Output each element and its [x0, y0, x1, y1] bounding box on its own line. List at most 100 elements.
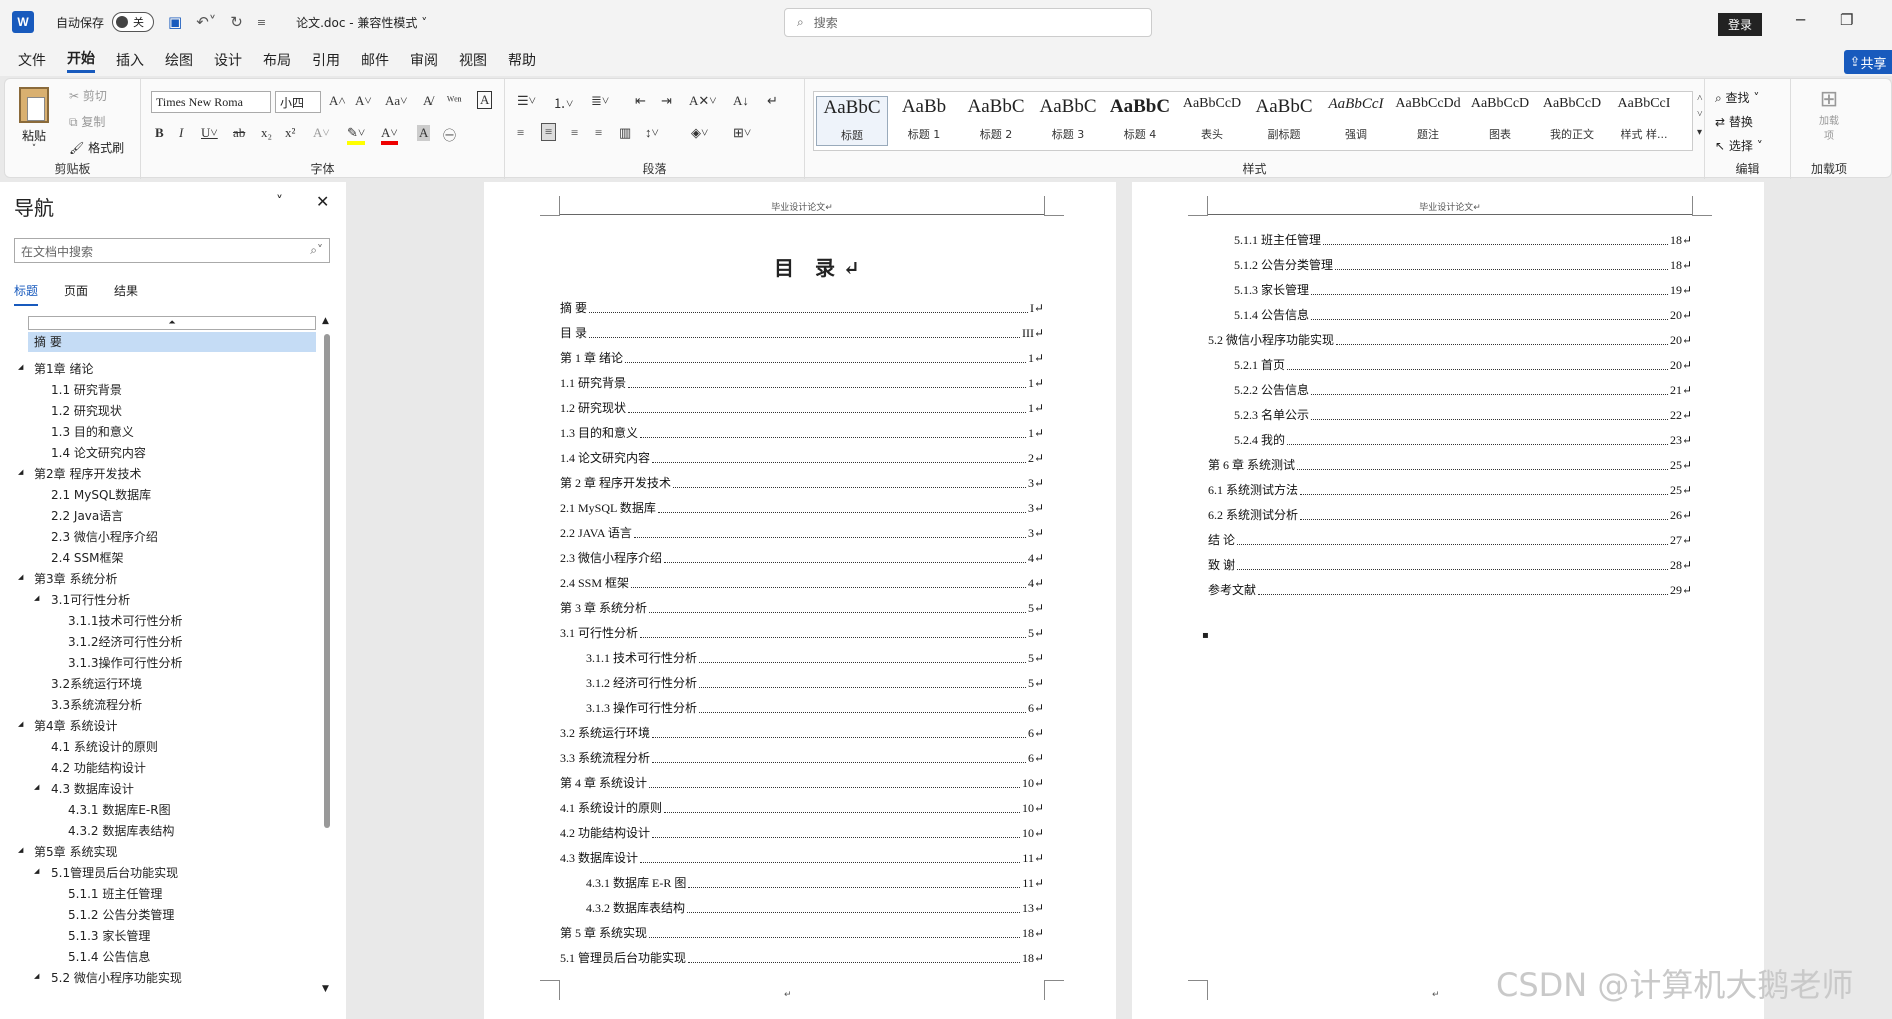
nav-heading-item[interactable]: 5.1.2 公告分类管理: [68, 906, 174, 923]
tab-7[interactable]: 邮件: [361, 50, 389, 70]
tab-9[interactable]: 视图: [459, 50, 487, 70]
search-box[interactable]: ⌕ 搜索: [784, 8, 1152, 37]
minimize-icon[interactable]: ─: [1796, 11, 1805, 29]
tab-2[interactable]: 插入: [116, 50, 144, 70]
share-button[interactable]: ⇪ 共享: [1844, 50, 1892, 74]
nav-heading-item[interactable]: 2.4 SSM框架: [51, 549, 124, 566]
redo-icon[interactable]: ↻: [230, 13, 243, 31]
shrink-font-icon[interactable]: A˅: [355, 93, 372, 109]
toc-entry[interactable]: 4.3.1 数据库 E-R 图 11↵: [586, 875, 1044, 891]
shading-icon[interactable]: ◈˅: [691, 125, 708, 141]
close-icon[interactable]: ✕: [316, 192, 329, 211]
nav-heading-item[interactable]: 1.4 论文研究内容: [51, 444, 146, 461]
find-button[interactable]: ⌕ 查找 ˅: [1715, 89, 1759, 106]
numbering-icon[interactable]: ⒈˅: [553, 93, 573, 112]
toc-entry[interactable]: 2.2 JAVA 语言 3↵: [560, 525, 1044, 541]
nav-tab-2[interactable]: 结果: [114, 282, 138, 306]
toc-entry[interactable]: 4.3 数据库设计 11↵: [560, 850, 1044, 866]
tab-5[interactable]: 布局: [263, 50, 291, 70]
expand-triangle-icon[interactable]: ◢: [34, 594, 39, 602]
expand-triangle-icon[interactable]: ◢: [18, 363, 23, 371]
toc-entry[interactable]: 致 谢 28↵: [1208, 557, 1692, 573]
search-icon[interactable]: ⌕˅: [310, 243, 323, 258]
nav-heading-item[interactable]: 3.1.3操作可行性分析: [68, 654, 183, 671]
text-effects-icon[interactable]: A˅: [313, 125, 330, 141]
style-6[interactable]: AaBbC 副标题: [1248, 96, 1320, 142]
nav-heading-item[interactable]: 第1章 绪论: [34, 360, 93, 377]
toc-entry[interactable]: 1.4 论文研究内容 2↵: [560, 450, 1044, 466]
toc-entry[interactable]: 结 论 27↵: [1208, 532, 1692, 548]
nav-heading-item[interactable]: 4.3 数据库设计: [51, 780, 134, 797]
borders-icon[interactable]: ⊞˅: [733, 125, 751, 141]
toc-entry[interactable]: 1.3 目的和意义 1↵: [560, 425, 1044, 441]
superscript-icon[interactable]: x²: [285, 125, 295, 141]
toc-entry[interactable]: 5.2.1 首页 20↵: [1234, 357, 1692, 373]
change-case-icon[interactable]: Aa˅: [385, 93, 408, 109]
nav-heading-item[interactable]: 3.2系统运行环境: [51, 675, 142, 692]
italic-icon[interactable]: I: [179, 125, 183, 141]
toc-entry[interactable]: 5.2.4 我的 23↵: [1234, 432, 1692, 448]
toc-entry[interactable]: 目 录 III↵: [560, 325, 1044, 341]
nav-heading-item[interactable]: 5.1管理员后台功能实现: [51, 864, 178, 881]
highlight-icon[interactable]: ✎˅: [347, 125, 366, 145]
nav-heading-item[interactable]: 第3章 系统分析: [34, 570, 117, 587]
nav-search-input[interactable]: 在文档中搜索 ⌕˅: [14, 238, 330, 263]
toc-entry[interactable]: 2.1 MySQL 数据库 3↵: [560, 500, 1044, 516]
toc-entry[interactable]: 5.1.2 公告分类管理 18↵: [1234, 257, 1692, 273]
save-icon[interactable]: ▣: [168, 13, 182, 31]
toc-entry[interactable]: 2.3 微信小程序介绍 4↵: [560, 550, 1044, 566]
nav-heading-item[interactable]: 1.1 研究背景: [51, 381, 122, 398]
subscript-icon[interactable]: x₂: [261, 125, 272, 141]
scroll-down-icon[interactable]: ▼: [322, 984, 329, 994]
style-5[interactable]: AaBbCcD 表头: [1176, 96, 1248, 142]
tab-10[interactable]: 帮助: [508, 50, 536, 70]
decrease-indent-icon[interactable]: ⇤: [635, 93, 646, 109]
font-size-select[interactable]: 小四: [275, 91, 321, 113]
style-0[interactable]: AaBbC 标题: [816, 96, 888, 146]
font-name-select[interactable]: Times New Roma: [151, 91, 271, 113]
toc-entry[interactable]: 3.1.3 操作可行性分析 6↵: [586, 700, 1044, 716]
page-1[interactable]: 毕业设计论文↵ 目 录↵ ↵ 摘 要 I↵ 目 录 III↵ 第 1 章 绪论 1↵ 1.1…: [484, 182, 1116, 1019]
tab-3[interactable]: 绘图: [165, 50, 193, 70]
gallery-scroll-up-icon[interactable]: ˄: [1697, 93, 1703, 104]
tab-8[interactable]: 审阅: [410, 50, 438, 70]
toc-entry[interactable]: 第 5 章 系统实现 18↵: [560, 925, 1044, 941]
char-border-icon[interactable]: A: [477, 91, 493, 109]
increase-indent-icon[interactable]: ⇥: [661, 93, 672, 109]
nav-heading-item[interactable]: 5.1.4 公告信息: [68, 948, 150, 965]
toc-entry[interactable]: 3.1.1 技术可行性分析 5↵: [586, 650, 1044, 666]
tab-0[interactable]: 文件: [18, 50, 46, 70]
toc-entry[interactable]: 5.2.3 名单公示 22↵: [1234, 407, 1692, 423]
expand-triangle-icon[interactable]: ◢: [18, 846, 23, 854]
toc-entry[interactable]: 5.1.4 公告信息 20↵: [1234, 307, 1692, 323]
nav-tab-0[interactable]: 标题: [14, 282, 39, 306]
align-center-icon[interactable]: ≡: [541, 123, 557, 141]
nav-heading-item[interactable]: 第2章 程序开发技术: [34, 465, 141, 482]
toc-entry[interactable]: 2.4 SSM 框架 4↵: [560, 575, 1044, 591]
toc-entry[interactable]: 3.1.2 经济可行性分析 5↵: [586, 675, 1044, 691]
scroll-thumb[interactable]: [324, 334, 330, 828]
style-4[interactable]: AaBbC 标题 4: [1104, 96, 1176, 142]
toc-entry[interactable]: 第 2 章 程序开发技术 3↵: [560, 475, 1044, 491]
font-color-icon[interactable]: A˅: [381, 125, 398, 145]
nav-heading-item[interactable]: 2.3 微信小程序介绍: [51, 528, 158, 545]
toc-entry[interactable]: 1.1 研究背景 1↵: [560, 375, 1044, 391]
cut-button[interactable]: ✂ 剪切: [69, 87, 107, 104]
nav-heading-item[interactable]: 5.1.3 家长管理: [68, 927, 150, 944]
nav-heading-item[interactable]: 4.3.2 数据库表结构: [68, 822, 174, 839]
nav-heading-item[interactable]: 2.1 MySQL数据库: [51, 486, 151, 503]
nav-heading-item[interactable]: 3.1.2经济可行性分析: [68, 633, 183, 650]
nav-heading-item[interactable]: 3.1.1技术可行性分析: [68, 612, 183, 629]
expand-triangle-icon[interactable]: ◢: [34, 972, 39, 980]
expand-triangle-icon[interactable]: ◢: [18, 720, 23, 728]
toc-entry[interactable]: 3.1 可行性分析 5↵: [560, 625, 1044, 641]
nav-heading-item[interactable]: 1.2 研究现状: [51, 402, 122, 419]
phonetic-guide-icon[interactable]: ᵂᵉⁿ: [447, 93, 462, 109]
char-shading-icon[interactable]: A: [417, 125, 431, 141]
tab-6[interactable]: 引用: [312, 50, 340, 70]
gallery-scroll-down-icon[interactable]: ˅: [1697, 109, 1703, 120]
toc-entry[interactable]: 5.1.3 家长管理 19↵: [1234, 282, 1692, 298]
clear-format-icon[interactable]: A̸: [423, 93, 432, 109]
align-right-icon[interactable]: ≡: [571, 125, 578, 141]
underline-icon[interactable]: U˅: [201, 125, 218, 141]
